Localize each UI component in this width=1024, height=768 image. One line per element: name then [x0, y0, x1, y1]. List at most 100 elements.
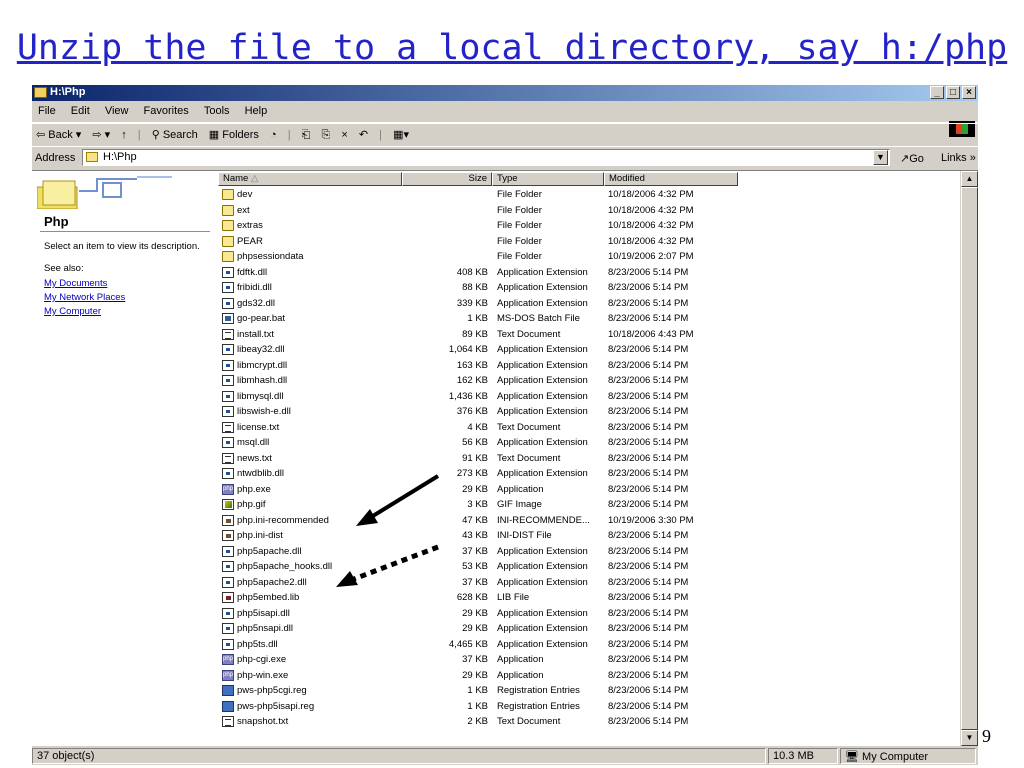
menu-view[interactable]: View — [99, 102, 135, 117]
vertical-scrollbar[interactable]: ▲ ▼ — [960, 171, 978, 746]
file-row[interactable]: php5isapi.dll 29 KB Application Extension 8… — [218, 606, 738, 621]
address-input[interactable]: H:\Php — [82, 149, 890, 166]
txt-file-icon — [222, 328, 234, 340]
close-button[interactable]: × — [962, 86, 976, 99]
folder-file-icon — [222, 235, 234, 247]
column-header-type[interactable]: Type — [492, 172, 604, 186]
scroll-up-button[interactable]: ▲ — [961, 171, 978, 187]
file-row[interactable]: install.txt 89 KB Text Document 10/18/2006 … — [218, 327, 738, 342]
menu-file[interactable]: File — [32, 102, 62, 117]
file-row[interactable]: php php-win.exe 29 KB Application 8/23/2006 … — [218, 668, 738, 683]
file-row[interactable]: ntwdblib.dll 273 KB Application Extension 8… — [218, 466, 738, 481]
column-header-name[interactable]: Name △ — [218, 172, 402, 186]
file-row[interactable]: phpsessiondata File Folder 10/19/2006 2:07… — [218, 249, 738, 264]
column-header-modified[interactable]: Modified — [604, 172, 738, 186]
status-object-count: 37 object(s) — [32, 748, 766, 764]
file-row[interactable]: libmysql.dll 1,436 KB Application Extensio… — [218, 389, 738, 404]
file-row[interactable]: snapshot.txt 2 KB Text Document 8/23/2006 5… — [218, 714, 738, 729]
menu-help[interactable]: Help — [239, 102, 274, 117]
move-to-button[interactable]: ⎗ — [298, 125, 315, 142]
links-button[interactable]: Links » — [941, 152, 976, 164]
views-button[interactable]: ▦▾ — [389, 124, 413, 141]
exe-file-icon: php — [222, 669, 234, 681]
file-row[interactable]: fribidi.dll 88 KB Application Extension 8/2… — [218, 280, 738, 295]
file-row[interactable]: gds32.dll 339 KB Application Extension 8/23… — [218, 296, 738, 311]
reg-file-icon — [222, 685, 234, 696]
file-row[interactable]: php5apache.dll 37 KB Application Extension… — [218, 544, 738, 559]
file-row[interactable]: libmhash.dll 162 KB Application Extension 8… — [218, 373, 738, 388]
link-my-computer[interactable]: My Computer — [44, 306, 101, 317]
file-row[interactable]: ext File Folder 10/18/2006 4:32 PM — [218, 203, 738, 218]
up-folder-button[interactable]: ↑ — [117, 125, 131, 141]
maximize-button[interactable]: □ — [946, 86, 960, 99]
menu-edit[interactable]: Edit — [65, 102, 96, 117]
scroll-down-button[interactable]: ▼ — [961, 730, 978, 746]
file-row[interactable]: dev File Folder 10/18/2006 4:32 PM — [218, 187, 738, 202]
file-row[interactable]: php.gif 3 KB GIF Image 8/23/2006 5:14 PM — [218, 497, 738, 512]
file-row[interactable]: extras File Folder 10/18/2006 4:32 PM — [218, 218, 738, 233]
file-size: 1 KB — [467, 700, 488, 712]
dll-file-icon — [222, 375, 234, 386]
dll-file-icon — [222, 545, 234, 557]
file-name: libmhash.dll — [237, 375, 288, 386]
file-name: php5embed.lib — [237, 592, 300, 603]
copy-to-button[interactable]: ⎘ — [318, 125, 335, 142]
file-modified: 10/18/2006 4:43 PM — [608, 328, 694, 340]
file-row[interactable]: php5ts.dll 4,465 KB Application Extension 8… — [218, 637, 738, 652]
file-modified: 8/23/2006 5:14 PM — [608, 266, 689, 278]
file-name: libmcrypt.dll — [237, 359, 288, 371]
file-row[interactable]: libswish-e.dll 376 KB Application Extensio… — [218, 404, 738, 419]
column-header-size[interactable]: Size — [402, 172, 492, 186]
file-name: license.txt — [237, 421, 280, 433]
forward-button[interactable]: ⇨ ▾ — [88, 124, 114, 141]
scroll-thumb[interactable] — [961, 187, 978, 730]
file-row[interactable]: pws-php5isapi.reg 1 KB Registration Entrie… — [218, 699, 738, 714]
file-name: libmysql.dll — [237, 390, 284, 402]
file-row[interactable]: php5nsapi.dll 29 KB Application Extension 8… — [218, 621, 738, 636]
file-list: Name △ Size Type Modified dev File Folder… — [218, 171, 960, 746]
slide-number: 9 — [982, 726, 991, 746]
file-row[interactable]: php php.exe 29 KB Application 8/23/2006 5:14… — [218, 482, 738, 497]
file-row[interactable]: php.ini-recommended 47 KB INI-RECOMMENDE..… — [218, 513, 738, 528]
file-row[interactable]: php php-cgi.exe 37 KB Application 8/23/2006 … — [218, 652, 738, 667]
menu-tools[interactable]: Tools — [198, 102, 236, 117]
file-row[interactable]: libmcrypt.dll 163 KB Application Extension… — [218, 358, 738, 373]
file-row[interactable]: php5embed.lib 628 KB LIB File 8/23/2006 5:1… — [218, 590, 738, 605]
file-row[interactable]: news.txt 91 KB Text Document 8/23/2006 5:14… — [218, 451, 738, 466]
file-modified: 8/23/2006 5:14 PM — [608, 669, 689, 681]
file-row[interactable]: pws-php5cgi.reg 1 KB Registration Entries 8… — [218, 683, 738, 698]
file-name: pws-php5isapi.reg — [237, 700, 315, 712]
file-row[interactable]: php5apache2.dll 37 KB Application Extensio… — [218, 575, 738, 590]
go-button[interactable]: ↗Go — [900, 152, 924, 165]
ini-file-icon — [222, 514, 234, 526]
file-type: GIF Image — [497, 499, 542, 510]
file-modified: 10/19/2006 3:30 PM — [608, 514, 694, 526]
file-row[interactable]: libeay32.dll 1,064 KB Application Extensio… — [218, 342, 738, 357]
file-size: 339 KB — [456, 297, 488, 309]
link-my-network-places[interactable]: My Network Places — [44, 292, 125, 303]
back-button[interactable]: ⇦ Back ▾ — [32, 124, 85, 141]
bat-file-icon — [222, 313, 234, 324]
file-row[interactable]: php.ini-dist 43 KB INI-DIST File 8/23/2006 … — [218, 528, 738, 543]
history-button[interactable]: ◔ — [266, 125, 281, 141]
minimize-button[interactable]: _ — [930, 86, 944, 99]
link-my-documents[interactable]: My Documents — [44, 278, 107, 289]
file-row[interactable]: go-pear.bat 1 KB MS-DOS Batch File 8/23/200… — [218, 311, 738, 326]
file-name: php5apache.dll — [237, 545, 302, 557]
file-row[interactable]: license.txt 4 KB Text Document 8/23/2006 5:… — [218, 420, 738, 435]
file-modified: 8/23/2006 5:14 PM — [608, 685, 689, 696]
address-dropdown-button[interactable]: ▼ — [873, 150, 888, 165]
file-row[interactable]: PEAR File Folder 10/18/2006 4:32 PM — [218, 234, 738, 249]
file-row[interactable]: fdftk.dll 408 KB Application Extension 8/23… — [218, 265, 738, 280]
file-row[interactable]: php5apache_hooks.dll 53 KB Application Ext… — [218, 559, 738, 574]
menu-favorites[interactable]: Favorites — [138, 102, 195, 117]
folders-button[interactable]: ▦ Folders — [205, 124, 263, 141]
menu-bar: File Edit View Favorites Tools Help — [32, 102, 978, 137]
search-button[interactable]: ⚲ Search — [148, 124, 202, 141]
delete-button[interactable]: × — [337, 125, 351, 141]
file-name: fdftk.dll — [237, 266, 268, 278]
title-bar[interactable]: H:\Php _ □ × — [32, 85, 978, 101]
file-row[interactable]: msql.dll 56 KB Application Extension 8/23/2… — [218, 435, 738, 450]
undo-button[interactable]: ↶ — [355, 124, 372, 141]
file-type: Application — [497, 669, 544, 681]
